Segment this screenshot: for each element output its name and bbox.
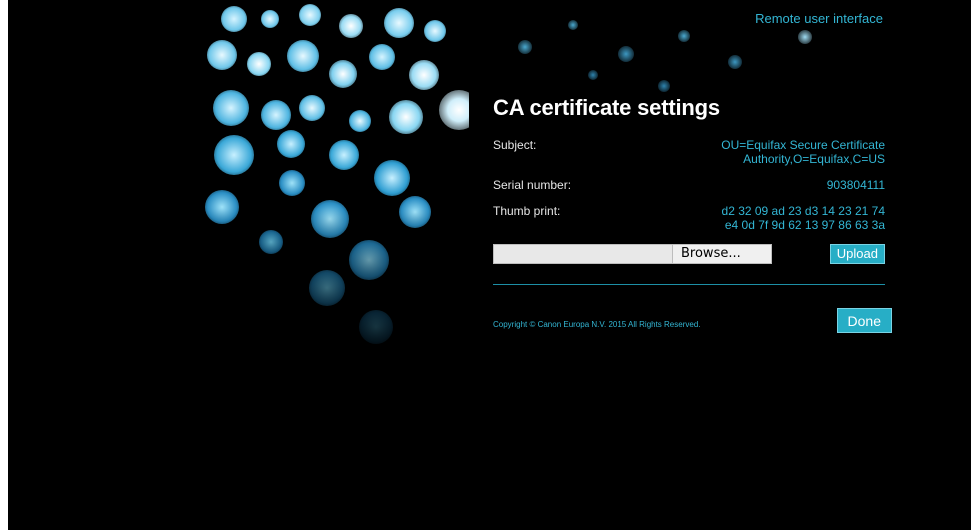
page-title: CA certificate settings <box>493 95 720 120</box>
upload-row: Browse... Upload <box>493 244 885 264</box>
thumbprint-value-line1: d2 32 09 ad 23 d3 14 23 21 74 <box>721 204 885 218</box>
subject-row: Subject: OU=Equifax Secure Certificate A… <box>493 138 885 166</box>
thumbprint-value: d2 32 09 ad 23 d3 14 23 21 74 e4 0d 7f 9… <box>722 204 885 232</box>
divider <box>493 284 885 285</box>
done-button[interactable]: Done <box>836 308 892 333</box>
bokeh-light-decoration <box>199 0 469 380</box>
thumbprint-row: Thumb print: d2 32 09 ad 23 d3 14 23 21 … <box>493 204 885 232</box>
subject-value-line2: Authority,O=Equifax,C=US <box>743 152 885 166</box>
ca-certificate-panel: CA certificate settings Subject: OU=Equi… <box>493 95 892 333</box>
subject-value: OU=Equifax Secure Certificate Authority,… <box>721 138 885 166</box>
subject-value-line1: OU=Equifax Secure Certificate <box>721 138 885 152</box>
upload-button[interactable]: Upload <box>829 244 885 264</box>
thumbprint-value-line2: e4 0d 7f 9d 62 13 97 86 63 3a <box>724 218 885 232</box>
footer-row: Copyright © Canon Europa N.V. 2015 All R… <box>493 308 892 333</box>
serial-value: 903804111 <box>826 178 885 192</box>
page-background: Remote user interface CA certificate set… <box>8 0 971 530</box>
subject-label: Subject: <box>493 138 537 152</box>
file-path-field[interactable] <box>493 244 673 264</box>
thumbprint-label: Thumb print: <box>493 204 561 218</box>
serial-row: Serial number: 903804111 <box>493 178 885 192</box>
file-picker: Browse... <box>493 244 772 264</box>
copyright-text: Copyright © Canon Europa N.V. 2015 All R… <box>493 320 701 329</box>
serial-label: Serial number: <box>493 178 572 192</box>
browse-button[interactable]: Browse... <box>673 244 772 264</box>
remote-ui-link[interactable]: Remote user interface <box>755 11 883 26</box>
